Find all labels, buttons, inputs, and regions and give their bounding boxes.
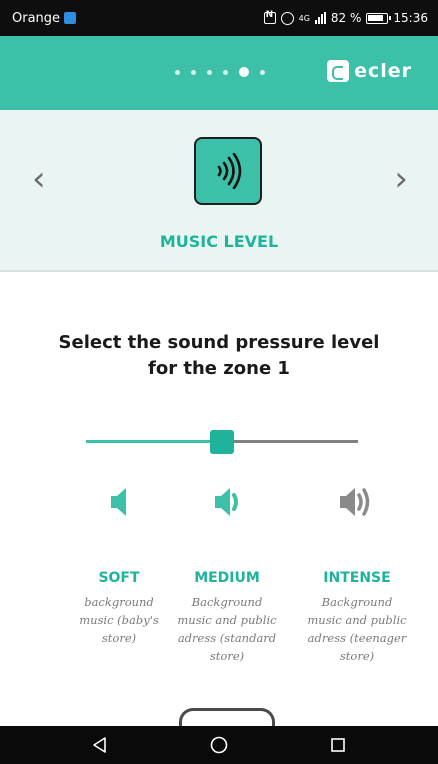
step-hero: ‹ › MUSIC LEVEL — [0, 110, 438, 272]
network-type: 4G — [298, 13, 310, 23]
slider-track-active — [86, 440, 222, 443]
app-notification-icon — [64, 12, 77, 24]
page-dot — [223, 69, 228, 75]
ecler-logo-icon — [327, 60, 350, 82]
question-text: Select the sound pressure level for the … — [0, 330, 438, 382]
carrier-name: Orange — [12, 10, 61, 26]
page-dot — [260, 69, 265, 75]
signal-icon — [314, 12, 326, 24]
previous-step-button[interactable]: ‹ — [32, 162, 46, 196]
nav-home-button[interactable] — [199, 730, 239, 760]
status-left: Orange — [12, 10, 77, 26]
speaker-intense-icon — [340, 488, 370, 516]
page-dot — [175, 69, 180, 75]
speaker-medium-icon — [215, 488, 238, 516]
speaker-waves-icon — [217, 153, 242, 189]
step-title: MUSIC LEVEL — [159, 232, 279, 251]
brand-logo: ecler — [327, 60, 412, 82]
clock: 15:36 — [393, 11, 428, 25]
alarm-icon — [280, 11, 294, 25]
status-right: 4G 82 % 15:36 — [263, 10, 428, 25]
brand-name: ecler — [354, 60, 412, 82]
back-icon — [92, 737, 106, 753]
music-level-tile — [194, 137, 262, 205]
level-label: MEDIUM — [194, 570, 260, 586]
level-description: Background music and public adress (stan… — [177, 595, 277, 663]
page-indicator — [175, 67, 265, 77]
battery-icon — [366, 12, 392, 24]
level-description: Background music and public adress (teen… — [307, 595, 407, 663]
system-nav-bar — [0, 726, 438, 764]
recents-icon — [331, 738, 346, 752]
page-dot — [191, 69, 196, 75]
battery-percent: 82 % — [330, 11, 362, 25]
nav-recents-button[interactable] — [318, 730, 358, 760]
page-dot-active — [239, 67, 249, 77]
level-option-intense[interactable]: INTENSE Background music and public adre… — [290, 480, 424, 665]
app-header: ecler — [0, 36, 438, 110]
slider-track-inactive — [222, 440, 358, 443]
question-line-2: for the zone 1 — [148, 358, 290, 379]
home-icon — [210, 736, 228, 754]
nav-back-button[interactable] — [80, 730, 120, 760]
level-label: INTENSE — [323, 570, 391, 586]
status-bar: Orange 4G 82 % 15:36 — [0, 0, 438, 36]
speaker-soft-icon — [111, 488, 126, 516]
slider-thumb[interactable] — [210, 430, 234, 454]
nfc-icon — [263, 10, 276, 24]
level-slider[interactable] — [86, 428, 358, 454]
question-line-1: Select the sound pressure level — [58, 332, 380, 353]
next-step-button[interactable]: › — [394, 162, 408, 196]
level-option-medium[interactable]: MEDIUM Background music and public adres… — [160, 480, 294, 665]
page-dot — [207, 69, 212, 75]
